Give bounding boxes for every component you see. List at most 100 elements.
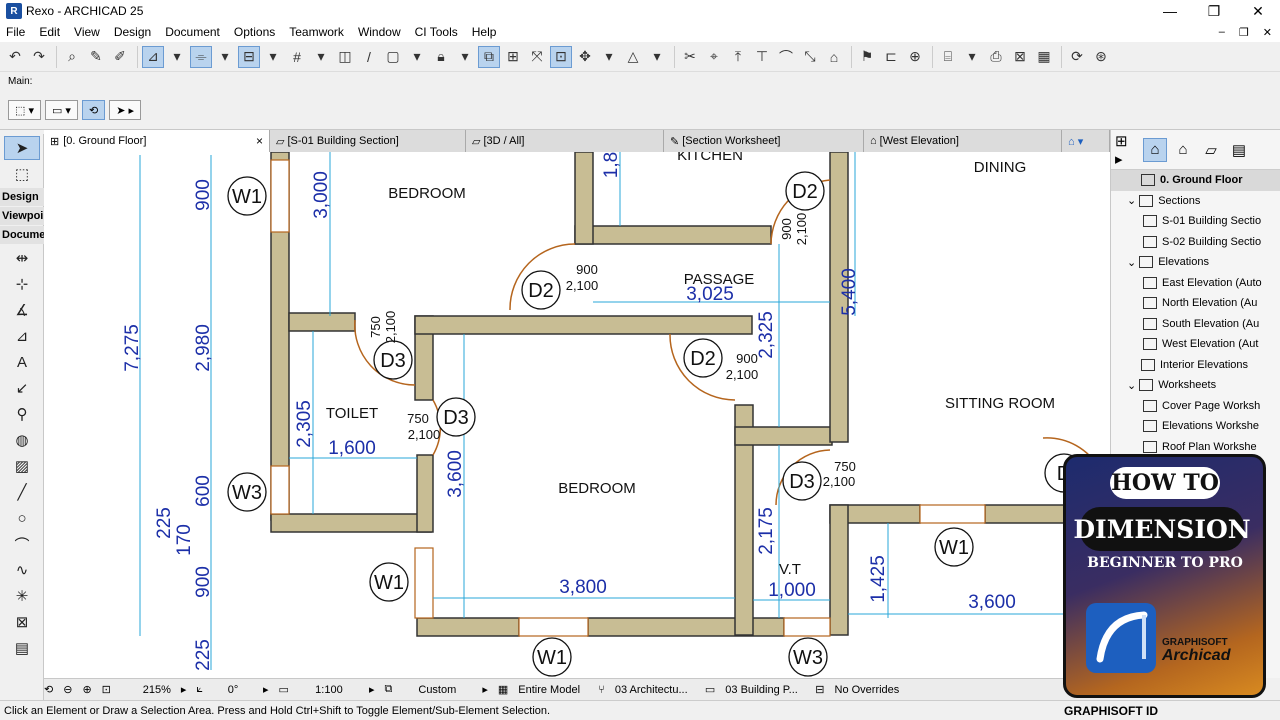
triangle-icon[interactable]: △ (622, 46, 644, 68)
wall-sitting-south-east[interactable] (984, 504, 1066, 524)
nav-item-ground-floor[interactable]: 0. Ground Floor (1111, 170, 1280, 191)
pen-set-icon[interactable]: ⑂ (598, 684, 605, 696)
lock-icon[interactable]: 🔒︎ (430, 46, 452, 68)
dim-text-2175[interactable]: 2,175 (756, 507, 777, 555)
nav-item-worksheets[interactable]: ⌄ Worksheets (1111, 375, 1280, 396)
dropdown-icon[interactable]: ▾ (166, 46, 188, 68)
model-view-option[interactable]: Entire Model (518, 684, 588, 696)
toolbox-document-header[interactable]: Docume (0, 226, 45, 244)
menu-edit[interactable]: Edit (39, 25, 60, 39)
dim-text-1425[interactable]: 1,425 (868, 555, 889, 603)
wall-kitchen-south[interactable] (574, 225, 772, 245)
dimension-icon[interactable]: ⊞ (502, 46, 524, 68)
snap-guides-icon[interactable]: ⌯ (190, 45, 212, 68)
wall-toilet-north[interactable] (288, 312, 356, 332)
relative-construction-icon[interactable]: ⊟ (238, 45, 260, 68)
room-label-vt[interactable]: V.T (779, 561, 801, 578)
tag-d3-bedroom[interactable]: D3 (443, 407, 469, 429)
chevron-right-icon[interactable]: ▸ (181, 683, 187, 696)
pencil-icon[interactable]: / (358, 46, 380, 68)
tag-d3-toilet[interactable]: D3 (380, 350, 406, 372)
pick-up-icon[interactable]: ✎ (85, 46, 107, 68)
wall-kitchen-west[interactable] (574, 152, 594, 245)
room-label-toilet[interactable]: TOILET (326, 405, 378, 422)
suspend-groups-icon[interactable]: ⊡ (550, 45, 572, 68)
nav-item-s02[interactable]: S-02 Building Sectio (1111, 232, 1280, 253)
nav-item-cover-page[interactable]: Cover Page Worksh (1111, 396, 1280, 417)
publisher-sets-icon[interactable]: ▤ (1227, 138, 1251, 162)
tab-3d[interactable]: ▱ [3D / All] (466, 130, 664, 152)
toolbox-viewpoint-header[interactable]: Viewpoi (0, 207, 44, 225)
tag-w1-sitting[interactable]: W1 (939, 537, 969, 559)
doc-restore-icon[interactable]: ❐ (1239, 26, 1249, 39)
tab-ground-floor[interactable]: ⊞ [0. Ground Floor] × (44, 130, 270, 152)
room-label-bedroom-2[interactable]: BEDROOM (558, 480, 636, 497)
dim-text-3800[interactable]: 3,800 (559, 577, 607, 598)
room-label-sitting-room[interactable]: SITTING ROOM (945, 395, 1055, 412)
fit-window-icon[interactable]: ⊡ (102, 683, 111, 696)
label-tool-icon[interactable]: ↙ (4, 376, 40, 400)
room-label-bedroom[interactable]: BEDROOM (388, 185, 466, 202)
d2-bedroom-height[interactable]: 2,100 (726, 367, 759, 382)
menu-ci-tools[interactable]: CI Tools (415, 25, 458, 39)
arrow-tool-icon[interactable]: ➤ (4, 136, 40, 160)
dim-text-1000[interactable]: 1,000 (768, 580, 816, 601)
navigator-menu-icon[interactable]: ⊞ ▸ (1115, 133, 1139, 168)
d2-kitchen-width[interactable]: 900 (779, 218, 794, 240)
d3-vt-height[interactable]: 2,100 (823, 474, 856, 489)
nav-item-sections[interactable]: ⌄ Sections (1111, 191, 1280, 212)
wall-bedroom-south-east[interactable] (587, 617, 785, 637)
wall-vt-north[interactable] (734, 426, 833, 446)
d3-bedroom-width[interactable]: 750 (407, 411, 429, 426)
grid-icon[interactable]: # (286, 46, 308, 68)
d2-passage-width[interactable]: 900 (576, 262, 598, 277)
stair-icon[interactable]: ⌸ (937, 46, 959, 68)
menu-file[interactable]: File (6, 25, 25, 39)
rotated-marquee-icon[interactable]: ⟲ (81, 100, 106, 120)
layout-icon[interactable]: ⊏ (880, 46, 902, 68)
menu-help[interactable]: Help (472, 25, 497, 39)
tag-d2-passage[interactable]: D2 (528, 280, 554, 302)
override-icon[interactable]: ⊟ (815, 683, 824, 696)
structure-display[interactable]: 03 Building P... (725, 684, 805, 696)
nav-item-west-elevation[interactable]: West Elevation (Aut (1111, 334, 1280, 355)
angle-dimension-icon[interactable]: ∡ (4, 298, 40, 322)
dropdown-icon[interactable]: ▾ (214, 46, 236, 68)
menu-options[interactable]: Options (234, 25, 275, 39)
dropdown-icon[interactable]: ▾ (310, 46, 332, 68)
bimx-icon[interactable]: ⊛ (1090, 46, 1112, 68)
nav-item-east-elevation[interactable]: East Elevation (Auto (1111, 273, 1280, 294)
box-icon[interactable]: ▢ (382, 46, 404, 68)
dropdown-icon[interactable]: ▾ (406, 46, 428, 68)
nav-item-north-elevation[interactable]: North Elevation (Au (1111, 293, 1280, 314)
d3-toilet-width[interactable]: 750 (368, 316, 383, 338)
layout-book-icon[interactable]: ▱ (1199, 138, 1223, 162)
wall-vt-east[interactable] (829, 504, 849, 636)
render-icon[interactable]: ⊠ (1009, 46, 1031, 68)
trim-icon[interactable]: ⤧ (526, 46, 548, 68)
circle-tool-icon[interactable]: ○ (4, 506, 40, 530)
tab-worksheet[interactable]: ✎ [Section Worksheet] (664, 130, 864, 152)
nav-item-interior-elevations[interactable]: Interior Elevations (1111, 355, 1280, 376)
dim-text-170[interactable]: 170 (174, 524, 195, 556)
d2-passage-height[interactable]: 2,100 (566, 278, 599, 293)
dim-text-900-bottom[interactable]: 900 (193, 566, 214, 598)
dim-text-1600[interactable]: 1,600 (328, 438, 376, 459)
tag-d3-vt[interactable]: D3 (789, 471, 815, 493)
wall-toilet-south[interactable] (270, 513, 432, 533)
wall-bedroom-south-west[interactable] (416, 617, 520, 637)
graphisoft-id[interactable]: GRAPHISOFT ID (1064, 704, 1158, 718)
tag-d2-kitchen[interactable]: D2 (792, 181, 818, 203)
fillet-icon[interactable]: ⌒ (775, 46, 797, 68)
dim-text-2305[interactable]: 2,305 (294, 400, 315, 448)
dropdown-icon[interactable]: ▾ (646, 46, 668, 68)
room-label-kitchen[interactable]: KITCHEN (677, 152, 743, 164)
window-w1-sitting[interactable] (919, 504, 986, 524)
menu-teamwork[interactable]: Teamwork (289, 25, 344, 39)
d3-vt-width[interactable]: 750 (834, 459, 856, 474)
dim-text-7275[interactable]: 7,275 (122, 324, 143, 372)
model-view-icon[interactable]: ▦ (498, 683, 508, 696)
floor-plan-canvas[interactable]: BEDROOM KITCHEN DINING PASSAGE TOILET BE… (44, 152, 1110, 678)
doc-close-icon[interactable]: ✕ (1263, 26, 1272, 39)
line-tool-icon[interactable]: ╱ (4, 480, 40, 504)
